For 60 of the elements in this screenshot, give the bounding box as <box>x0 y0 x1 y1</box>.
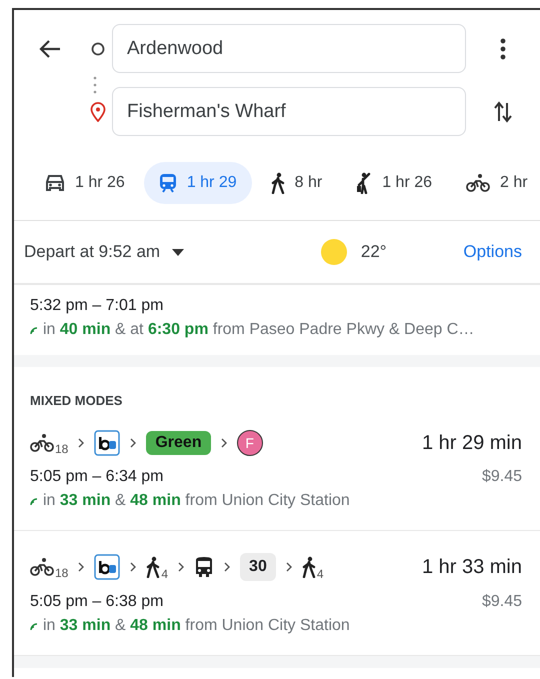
section-heading: MIXED MODES <box>29 392 124 408</box>
temperature: 22° <box>360 242 387 262</box>
sun-icon <box>320 239 347 265</box>
chevron-icon <box>223 561 232 573</box>
live-icon <box>30 496 39 506</box>
bus-icon <box>194 556 214 578</box>
fare: $9.45 <box>482 593 522 611</box>
chevron-icon <box>77 437 86 449</box>
walk-icon <box>302 556 316 578</box>
travel-mode-tab[interactable]: 1 hr 26 <box>341 162 448 204</box>
car-icon <box>45 174 65 192</box>
bike-icon <box>466 173 490 193</box>
chevron-icon <box>77 561 86 573</box>
time-range: 5:05 pm – 6:34 pm <box>30 468 164 486</box>
travel-mode-tab[interactable]: 1 hr 26 <box>30 162 140 204</box>
options-link[interactable]: Options <box>463 242 522 262</box>
bike-icon <box>30 433 54 453</box>
more-options-icon[interactable] <box>500 38 506 60</box>
person-waving-icon <box>356 172 372 194</box>
time-range: 5:32 pm – 7:01 pm <box>30 297 164 315</box>
transit-logo-icon <box>94 554 120 580</box>
distance-label: 18 <box>55 566 68 580</box>
live-icon <box>30 622 39 630</box>
distance-label: 4 <box>316 567 324 581</box>
route-duration: 1 hr 33 min <box>422 556 522 578</box>
time-range: 5:05 pm – 6:38 pm <box>30 593 164 611</box>
travel-mode-tab[interactable]: 8 hr <box>256 162 338 204</box>
depart-time-dropdown[interactable]: Depart at 9:52 am <box>24 242 184 262</box>
live-departure-info: in 33 min & 48 min from Union City Station <box>43 617 350 635</box>
fare: $9.45 <box>482 468 522 486</box>
transit-logo-icon <box>94 430 120 456</box>
route-number: 30 <box>240 553 276 581</box>
walk-icon <box>270 172 285 194</box>
live-departure-info: in 33 min & 48 min from Union City Station <box>43 492 350 510</box>
train-icon <box>158 173 177 193</box>
chevron-icon <box>284 561 293 573</box>
pin-icon <box>90 102 106 122</box>
travel-mode-tab[interactable]: 2 hr <box>451 162 540 204</box>
destination-field[interactable]: Fisherman's Wharf <box>112 87 466 136</box>
chevron-icon <box>129 561 138 573</box>
line-badge: Green <box>146 431 211 455</box>
back-icon[interactable] <box>39 38 61 58</box>
bike-icon <box>30 557 54 577</box>
distance-label: 4 <box>161 567 168 581</box>
origin-field[interactable]: Ardenwood <box>112 24 466 73</box>
dropdown-caret-icon <box>172 248 184 256</box>
travel-mode-tab[interactable]: 1 hr 29 <box>144 162 252 204</box>
origin-circle-icon <box>91 42 105 56</box>
chevron-icon <box>220 437 228 449</box>
route-option[interactable]: 18 Green F 1 hr 29 min 5:05 pm – 6:34 pm $9.45 in 33 min & 48 min from Union City Station <box>14 408 540 531</box>
chevron-icon <box>129 437 138 449</box>
live-icon <box>30 326 39 334</box>
walk-icon <box>146 556 160 578</box>
swap-icon[interactable] <box>493 100 513 122</box>
station-badge: F <box>236 430 263 456</box>
route-duration: 1 hr 29 min <box>422 432 522 454</box>
live-departure-info: in 40 min & at 6:30 pm from Paseo Padre Pkwy & Deep C… <box>43 321 474 339</box>
connector-dots-icon <box>93 75 97 95</box>
chevron-icon <box>177 561 186 573</box>
distance-label: 18 <box>55 442 68 456</box>
